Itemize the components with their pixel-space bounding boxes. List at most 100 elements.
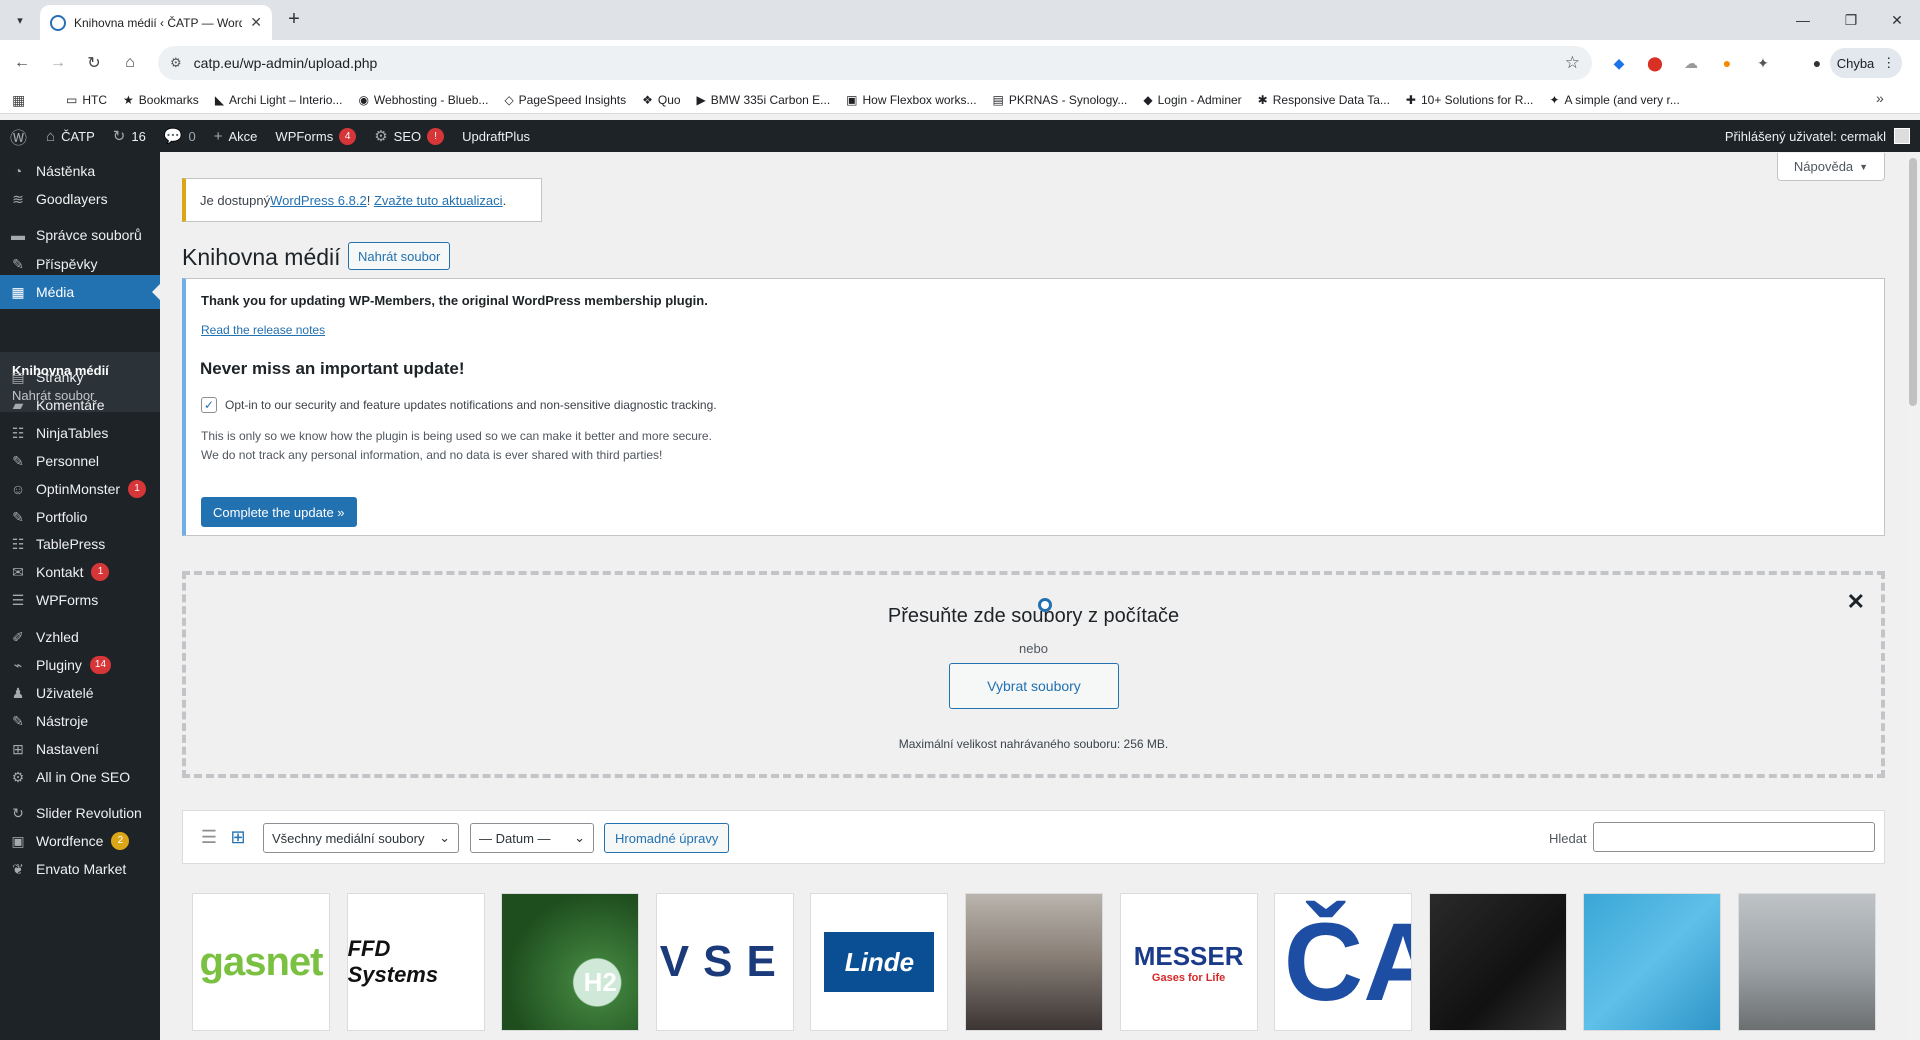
upload-dropzone[interactable]: ✕ Přesuňte zde soubory z počítače nebo V… — [182, 571, 1885, 778]
max-upload-size: Maximální velikost nahrávaného souboru: … — [898, 737, 1169, 751]
sidebar-item-goodlayers[interactable]: ≋ Goodlayers — [0, 182, 160, 216]
media-thumbnail[interactable]: MESSER Gases for Life — [1119, 893, 1258, 1031]
thumbnail-logo-text: gasnet — [199, 939, 324, 984]
seo-icon: ⚙ — [11, 768, 25, 785]
media-thumbnail[interactable]: FFD Systems — [346, 893, 485, 1031]
help-tab-button[interactable]: Nápověda ▼ — [1777, 153, 1885, 181]
bookmark-item[interactable]: ◉ Webhosting - Blueb... — [350, 93, 496, 107]
page-scrollbar[interactable] — [1906, 152, 1920, 1040]
media-thumbnail[interactable] — [1428, 893, 1567, 1031]
bookmark-item[interactable]: ◆ Login - Adminer — [1135, 93, 1249, 107]
kebab-menu-icon[interactable]: ⋮ — [1882, 55, 1895, 71]
help-tab-label: Nápověda — [1793, 159, 1854, 174]
extension-cloud-icon[interactable]: ☁ — [1680, 52, 1702, 74]
scrollbar-thumb[interactable] — [1909, 158, 1917, 406]
avatar — [1894, 128, 1910, 144]
media-thumbnail[interactable]: VSE — [655, 893, 794, 1031]
bookmark-item[interactable]: ❖ Quo — [634, 93, 688, 107]
media-search-input[interactable] — [1593, 822, 1875, 852]
adminbar-wpforms[interactable]: WPForms 4 — [266, 120, 365, 152]
grid-view-icon[interactable]: ⊞ — [227, 826, 249, 848]
bookmark-item[interactable]: ▶ BMW 335i Carbon E... — [689, 93, 839, 107]
chevron-down-icon: ⌄ — [439, 830, 450, 845]
minimize-button[interactable]: — — [1780, 0, 1826, 40]
sidebar-item-label: Nástěnka — [36, 163, 96, 179]
media-thumbnail[interactable] — [1583, 893, 1722, 1031]
sidebar-item-envato-market[interactable]: ❦ Envato Market — [0, 852, 160, 886]
extension-orange-icon[interactable]: ● — [1716, 52, 1738, 74]
release-notes-link[interactable]: Read the release notes — [201, 323, 325, 337]
adminbar-updates[interactable]: ↻ 16 — [104, 120, 155, 152]
bookmarks-bar: ▦ ▭ HTC ★ Bookmarks ◣ Archi Light – Interio..… — [0, 86, 1920, 114]
media-thumbnail[interactable]: Linde — [810, 893, 949, 1031]
extension-adblock-icon[interactable]: ⬤ — [1644, 52, 1666, 74]
tab-close-icon[interactable]: ✕ — [250, 14, 262, 31]
apps-grid-icon[interactable]: ▦ — [12, 92, 25, 109]
media-thumbnail[interactable]: H2 — [501, 893, 640, 1031]
sidebar-item-wpforms[interactable]: ☰ WPForms — [0, 583, 160, 617]
bookmark-item[interactable]: ★ Bookmarks — [115, 93, 207, 107]
complete-update-button[interactable]: Complete the update » — [201, 497, 357, 527]
updates-count: 16 — [131, 128, 146, 144]
chevron-down-icon: ⌄ — [574, 830, 585, 845]
bookmark-star-icon[interactable]: ☆ — [1565, 53, 1580, 73]
extensions-puzzle-icon[interactable]: ✦ — [1752, 52, 1774, 74]
bookmark-item[interactable]: ◣ Archi Light – Interio... — [207, 93, 351, 107]
sidebar-item-all-in-one-seo[interactable]: ⚙ All in One SEO — [0, 760, 160, 794]
home-button[interactable]: ⌂ — [118, 51, 142, 75]
sidebar-item-badge: 1 — [128, 480, 147, 498]
update-now-link[interactable]: Zvažte tuto aktualizaci — [374, 193, 503, 208]
sidebar-item-média[interactable]: ▦ Média — [0, 275, 160, 309]
home-icon: ⌂ — [46, 127, 56, 145]
bookmark-item[interactable]: ◇ PageSpeed Insights — [496, 93, 634, 107]
media-thumbnail[interactable] — [1738, 893, 1876, 1031]
new-tab-button[interactable]: + — [282, 8, 306, 32]
optin-checkbox[interactable]: ✓ — [201, 397, 217, 413]
forward-button[interactable]: → — [46, 51, 70, 75]
caret-down-icon: ▼ — [1859, 161, 1869, 172]
restore-button[interactable]: ❐ — [1828, 0, 1874, 40]
upload-file-button[interactable]: Nahrát soubor — [348, 242, 451, 270]
tab-search-button[interactable]: ▾ — [8, 8, 32, 32]
bookmark-item[interactable]: ✚ 10+ Solutions for R... — [1398, 93, 1541, 107]
adminbar-seo[interactable]: ⚙ SEO! — [365, 120, 453, 152]
profile-avatar-icon[interactable]: ● — [1806, 52, 1828, 74]
sidebar-item-badge: 1 — [91, 563, 110, 581]
browser-tab-active[interactable]: Knihovna médií ‹ ČATP — Word ✕ — [40, 5, 272, 40]
media-thumbnail[interactable]: gasnet — [192, 893, 330, 1031]
adminbar-account[interactable]: Přihlášený uživatel: cermakl — [1725, 120, 1910, 152]
sidebar-item-label: Goodlayers — [36, 191, 108, 207]
window-close-button[interactable]: ✕ — [1874, 0, 1920, 40]
wordpress-version-link[interactable]: WordPress 6.8.2 — [270, 193, 367, 208]
sidebar-item-label: Pluginy — [36, 657, 82, 673]
bookmarks-overflow-icon[interactable]: » — [1876, 90, 1884, 106]
bookmark-item[interactable]: ▤ PKRNAS - Synology... — [985, 93, 1136, 107]
media-type-filter[interactable]: Všechny mediální soubory ⌄ — [263, 823, 459, 853]
bulk-select-button[interactable]: Hromadné úpravy — [604, 823, 730, 853]
forms-icon: ☰ — [11, 591, 25, 608]
bookmark-item[interactable]: ✦ A simple (and very r... — [1541, 93, 1687, 107]
sidebar-item-label: WPForms — [36, 592, 99, 608]
back-button[interactable]: ← — [10, 51, 34, 75]
media-thumbnail[interactable] — [965, 893, 1103, 1031]
list-view-icon[interactable]: ☰ — [198, 826, 220, 848]
profile-error-chip[interactable]: Chyba ⋮ — [1830, 48, 1902, 78]
bookmark-label: Login - Adminer — [1157, 93, 1242, 107]
sidebar-item-label: Kontakt — [36, 564, 84, 580]
date-filter[interactable]: — Datum — ⌄ — [470, 823, 594, 853]
reload-button[interactable]: ↻ — [82, 51, 106, 75]
optin-label: Opt-in to our security and feature updat… — [225, 398, 717, 412]
bookmark-item[interactable]: ✱ Responsive Data Ta... — [1250, 93, 1398, 107]
select-files-button[interactable]: Vybrat soubory — [949, 663, 1119, 709]
bookmark-item[interactable]: ▣ How Flexbox works... — [838, 93, 984, 107]
adminbar-site[interactable]: ⌂ ČATP — [37, 120, 104, 152]
extension-tag-icon[interactable]: ◆ — [1608, 52, 1630, 74]
site-info-icon[interactable]: ⚙ — [170, 55, 182, 71]
bookmark-item[interactable]: ▭ HTC — [58, 93, 115, 107]
address-bar[interactable]: ⚙ catp.eu/wp-admin/upload.php ☆ — [158, 46, 1592, 80]
adminbar-new[interactable]: + Akce — [205, 120, 267, 152]
media-thumbnail[interactable]: ČA — [1274, 893, 1413, 1031]
adminbar-updraftplus[interactable]: UpdraftPlus — [453, 120, 539, 152]
adminbar-comments[interactable]: 💬 0 — [155, 120, 205, 152]
wp-logo-icon[interactable]: Ⓦ — [0, 120, 37, 152]
